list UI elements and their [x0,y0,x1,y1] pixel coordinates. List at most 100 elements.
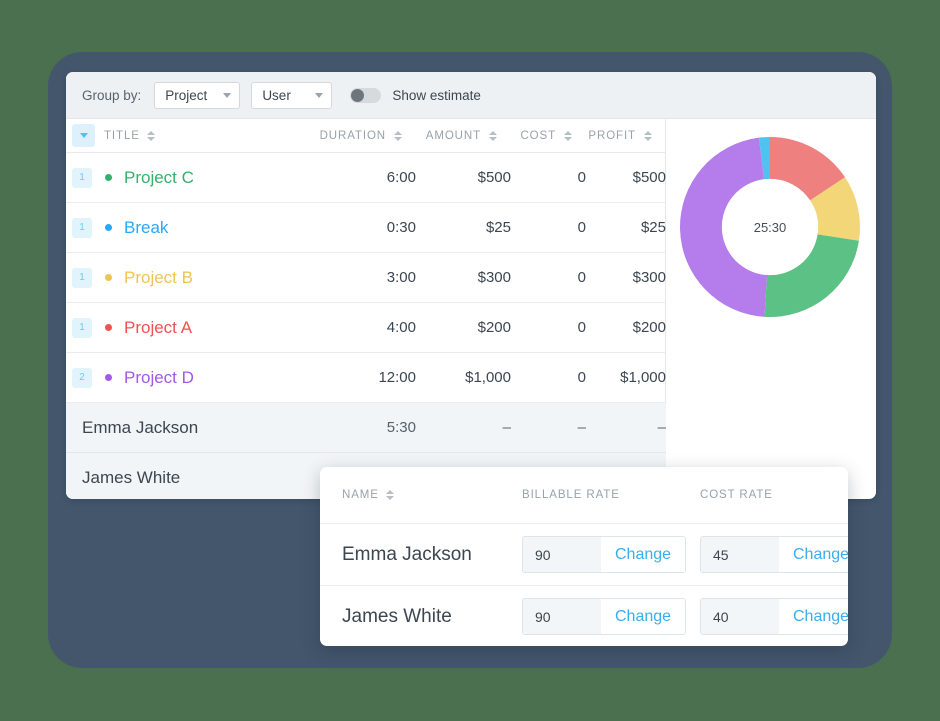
row-amount: $200 [416,302,511,353]
table-row[interactable]: 1 Project A 4:00 $200 0 $200 [66,302,666,353]
person-name: Emma Jackson [82,417,199,437]
rate-name-cell: Emma Jackson [320,523,500,586]
project-name[interactable]: Project C [124,168,194,188]
person-name: James White [82,467,181,487]
show-estimate-toggle[interactable] [350,87,382,103]
row-cost: 0 [511,352,586,403]
column-header-billable-rate: BILLABLE RATE [500,467,678,524]
column-header-name-label: NAME [342,489,379,501]
column-header-amount-label: AMOUNT [425,129,481,142]
project-name[interactable]: Project B [124,268,193,288]
row-profit: $500 [586,152,666,203]
project-name[interactable]: Project A [124,318,192,338]
sort-icon[interactable] [393,130,402,141]
row-amount: $25 [416,202,511,253]
column-header-title[interactable]: TITLE [66,119,316,153]
rates-table-header-row: NAME BILLABLE RATE COST RATE [320,467,848,524]
table-row[interactable]: Emma Jackson 5:30– – – [66,402,666,453]
entry-count-badge: 2 [72,367,92,388]
row-cost: 0 [511,152,586,203]
cost-rate-cell: 45 Change [678,523,848,586]
row-duration: 4:00 [316,302,416,353]
duration-donut-chart: 25:30 [666,119,876,499]
group-by-primary-value: Project [165,87,208,103]
collapse-all-chevron-icon[interactable] [72,124,95,147]
column-header-cost[interactable]: COST [511,119,586,153]
group-by-secondary-value: User [262,87,291,103]
chevron-down-icon [315,92,324,98]
report-table-body: 1 Project C 6:00 $500 0 $500 1 Break 0:30 $25 0 $25… [66,152,666,499]
group-by-secondary-select[interactable]: User [251,81,333,109]
row-cost: 0 [511,202,586,253]
cost-rate-input[interactable]: 45 [701,537,779,572]
row-title-cell: 1 Break [66,202,316,253]
donut-ring: 25:30 [679,137,860,317]
row-amount: $300 [416,252,511,303]
billable-rate-cell: 90 Change [500,586,687,647]
column-header-duration[interactable]: DURATION [316,119,416,153]
column-header-name[interactable]: NAME [320,467,500,524]
table-row[interactable]: 1 Project B 3:00 $300 0 $300 [66,252,666,303]
change-billable-rate-button[interactable]: Change [601,537,686,572]
table-row[interactable]: 1 Break 0:30 $25 0 $25 [66,202,666,253]
sort-icon[interactable] [386,490,395,500]
rates-table: NAME BILLABLE RATE COST RATE Emma Jackso… [320,467,848,646]
row-duration: 5:30 [316,402,416,453]
row-duration: 3:00 [316,252,416,303]
show-estimate-label: Show estimate [392,87,481,103]
report-card: Group by: Project User Show estimate TIT… [66,72,876,499]
project-color-dot [105,174,112,181]
entry-count-badge: 1 [72,317,92,338]
column-header-title-label: TITLE [104,129,140,142]
cost-rate-input[interactable]: 40 [701,599,779,634]
cost-rate-cell: 40 Change [678,586,848,647]
table-row[interactable]: 2 Project D 12:00 $1,000 0 $1,000 [66,352,666,403]
group-by-primary-select[interactable]: Project [154,81,241,109]
rates-table-body: Emma Jackson 90 Change 45 Change James White 9… [320,523,848,647]
column-header-cost-rate: COST RATE [678,467,848,524]
column-header-billable-rate-label: BILLABLE RATE [522,489,620,501]
sort-icon[interactable] [147,130,156,141]
row-duration: 0:30 [316,202,416,253]
sort-icon[interactable] [488,130,497,141]
rates-card: NAME BILLABLE RATE COST RATE Emma Jackso… [320,467,848,646]
report-table-header-row: TITLE DURATION AMOUNT COST PROFIT [66,119,666,153]
person-name: Emma Jackson [342,543,472,565]
row-amount: $1,000 [416,352,511,403]
row-person-cell: James White [66,452,316,499]
entry-count-badge: 1 [72,167,92,188]
billable-rate-input[interactable]: 90 [523,599,601,634]
row-amount: $500 [416,152,511,203]
report-table: TITLE DURATION AMOUNT COST PROFIT 1 Proj… [66,119,666,499]
project-name[interactable]: Break [124,218,168,238]
project-name[interactable]: Project D [124,368,194,388]
change-cost-rate-button[interactable]: Change [779,599,848,634]
column-header-duration-label: DURATION [319,129,386,142]
row-person-cell: Emma Jackson [66,402,316,453]
row-profit: $200 [586,302,666,353]
column-header-profit[interactable]: PROFIT [586,119,666,153]
person-name: James White [342,605,452,627]
table-row[interactable]: 1 Project C 6:00 $500 0 $500 [66,152,666,203]
billable-rate-input[interactable]: 90 [523,537,601,572]
report-body: TITLE DURATION AMOUNT COST PROFIT 1 Proj… [66,119,876,499]
row-profit: – [586,402,666,453]
row-profit: $1,000 [586,352,666,403]
column-header-cost-rate-label: COST RATE [700,489,773,501]
billable-rate-cell: 90 Change [500,523,687,586]
row-cost: 0 [511,302,586,353]
report-toolbar: Group by: Project User Show estimate [66,72,876,119]
sort-icon[interactable] [643,130,652,141]
row-amount: – [416,402,511,453]
row-profit: $300 [586,252,666,303]
row-title-cell: 1 Project C [66,152,316,203]
project-color-dot [105,224,112,231]
row-duration: 6:00 [316,152,416,203]
change-billable-rate-button[interactable]: Change [601,599,686,634]
column-header-amount[interactable]: AMOUNT [416,119,511,153]
change-cost-rate-button[interactable]: Change [779,537,848,572]
sort-icon[interactable] [563,130,572,141]
report-table-container: TITLE DURATION AMOUNT COST PROFIT 1 Proj… [66,119,666,499]
row-duration: 12:00 [316,352,416,403]
row-title-cell: 1 Project A [66,302,316,353]
